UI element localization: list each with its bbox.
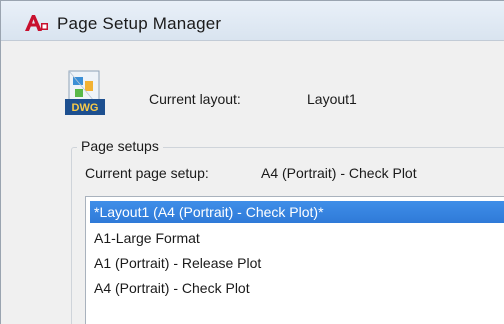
current-layout-label: Current layout:: [149, 91, 241, 107]
dwg-file-icon: DWG: [63, 69, 107, 117]
list-item-a4-portrait-check-plot[interactable]: A4 (Portrait) - Check Plot: [90, 277, 504, 299]
page-setups-group-label: Page setups: [77, 138, 163, 154]
current-page-setup-value: A4 (Portrait) - Check Plot: [261, 165, 417, 181]
window-title: Page Setup Manager: [57, 14, 222, 33]
title-bar[interactable]: Page Setup Manager: [1, 1, 504, 41]
page-setup-manager-window: Page Setup Manager DWG Current layout: L…: [0, 0, 504, 324]
autocad-a-icon[interactable]: [23, 14, 49, 32]
page-setups-list[interactable]: *Layout1 (A4 (Portrait) - Check Plot)* A…: [85, 196, 504, 324]
list-item-a1-portrait-release-plot[interactable]: A1 (Portrait) - Release Plot: [90, 252, 504, 274]
current-page-setup-label: Current page setup:: [85, 165, 209, 181]
list-item-a1-large-format[interactable]: A1-Large Format: [90, 227, 504, 249]
list-item-layout1[interactable]: *Layout1 (A4 (Portrait) - Check Plot)*: [90, 201, 504, 223]
dwg-icon-label: DWG: [72, 102, 99, 114]
current-layout-value: Layout1: [307, 91, 357, 107]
